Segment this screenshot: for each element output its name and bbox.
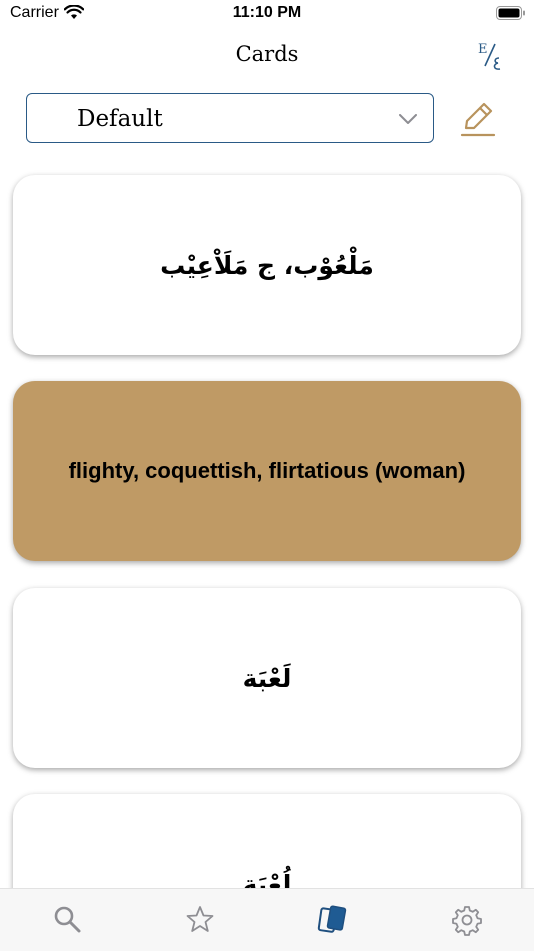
pencil-icon	[460, 102, 496, 137]
tab-search[interactable]	[51, 903, 85, 937]
search-icon	[54, 906, 81, 933]
flash-card[interactable]: لُعْبَة	[13, 794, 521, 888]
flash-card[interactable]: مَلْعُوْب، ج مَلَاْعِيْب	[13, 175, 521, 355]
tab-bar	[0, 888, 534, 951]
chevron-down-icon	[399, 112, 417, 130]
card-text: لُعْبَة	[242, 869, 292, 889]
status-bar: Carrier 11:10 PM	[0, 0, 534, 30]
gear-icon	[452, 906, 482, 936]
deck-select-value: Default	[77, 106, 163, 132]
card-text: flighty, coquettish, flirtatious (woman)	[68, 458, 466, 483]
flash-card[interactable]: لَعْبَة	[13, 588, 521, 768]
battery-icon	[496, 6, 526, 25]
svg-text:E: E	[478, 42, 488, 57]
english-arabic-toggle-icon[interactable]: E	[476, 40, 506, 72]
page-title: Cards	[235, 42, 299, 66]
star-icon	[186, 906, 214, 932]
card-text: مَلْعُوْب، ج مَلَاْعِيْب	[160, 250, 374, 280]
cards-icon	[317, 905, 347, 933]
tab-settings[interactable]	[450, 903, 484, 937]
tab-cards[interactable]	[316, 903, 350, 937]
clock: 11:10 PM	[232, 4, 302, 21]
card-text: لَعْبَة	[242, 663, 292, 693]
deck-select[interactable]: Default	[26, 93, 434, 143]
edit-deck-button[interactable]	[460, 100, 496, 138]
tab-favorites[interactable]	[183, 903, 217, 937]
flash-card[interactable]: flighty, coquettish, flirtatious (woman)	[13, 381, 521, 561]
card-list[interactable]: مَلْعُوْب، ج مَلَاْعِيْب flighty, coquet…	[0, 160, 534, 888]
nav-bar: Cards E	[0, 30, 534, 80]
